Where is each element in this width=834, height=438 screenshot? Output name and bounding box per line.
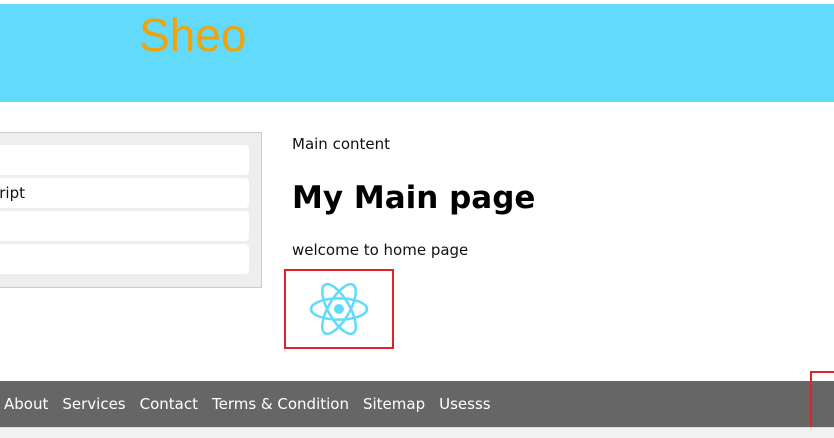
sidebar-item[interactable]: cript [0, 178, 249, 208]
page: Sheo cript Main content My Main page wel… [0, 0, 834, 438]
brand-logo-text[interactable]: Sheo [139, 6, 246, 64]
footer-highlight-box [810, 371, 834, 429]
footer: About Services Contact Terms & Condition… [0, 381, 834, 427]
welcome-text: welcome to home page [292, 241, 469, 259]
sidebar-item[interactable] [0, 145, 249, 175]
react-atom-icon [309, 282, 369, 336]
sidebar: cript [0, 132, 262, 288]
page-title: My Main page [292, 180, 536, 216]
sidebar-list: cript [0, 133, 261, 274]
footer-link-sitemap[interactable]: Sitemap [363, 395, 425, 413]
react-logo-frame[interactable] [284, 269, 394, 349]
main-content: Main content My Main page welcome to hom… [292, 134, 812, 260]
footer-nav: About Services Contact Terms & Condition… [0, 381, 834, 427]
sidebar-item[interactable] [0, 211, 249, 241]
footer-link-services[interactable]: Services [62, 395, 125, 413]
footer-link-terms[interactable]: Terms & Condition [212, 395, 349, 413]
footer-link-about[interactable]: About [4, 395, 48, 413]
footer-link-contact[interactable]: Contact [140, 395, 198, 413]
main-content-label: Main content [292, 135, 391, 153]
header: Sheo [0, 4, 834, 102]
sidebar-item[interactable] [0, 244, 249, 274]
bottom-strip [0, 427, 834, 438]
footer-link-usesss[interactable]: Usesss [439, 395, 490, 413]
